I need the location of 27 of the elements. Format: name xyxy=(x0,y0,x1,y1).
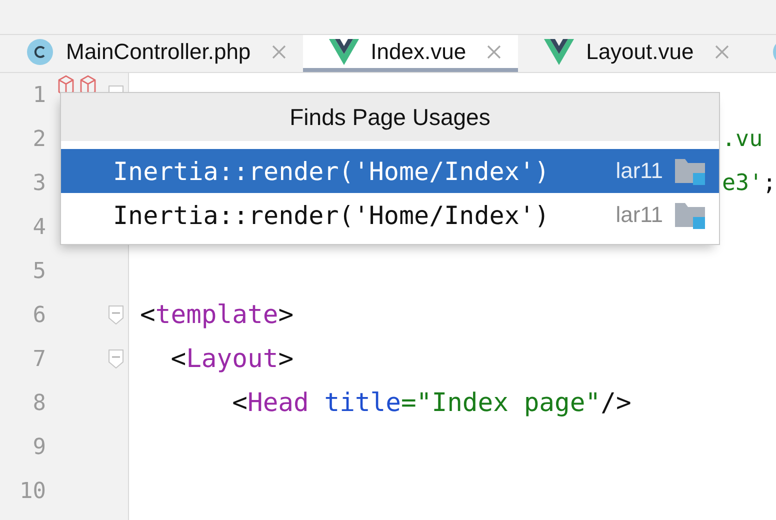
line-number: 5 xyxy=(32,258,46,284)
vue-logo-icon xyxy=(544,38,574,64)
line-number: 9 xyxy=(32,434,46,460)
code-line: <Layout> xyxy=(170,344,294,374)
code-line: <template> xyxy=(140,300,294,330)
line-number: 3 xyxy=(32,170,46,196)
line-number: 6 xyxy=(32,302,46,328)
line-number: 8 xyxy=(32,390,46,416)
file-tab[interactable]: MainController.php xyxy=(0,35,303,72)
close-icon xyxy=(486,44,502,60)
line-number: 7 xyxy=(32,346,46,372)
vue-logo-icon xyxy=(328,38,359,64)
code-line: e3'; xyxy=(722,170,776,196)
line-number: 4 xyxy=(32,214,46,240)
popup-title: Finds Page Usages xyxy=(61,93,719,141)
code-line: <Head title="Index page"/> xyxy=(231,388,632,418)
close-icon xyxy=(270,44,287,60)
usage-item[interactable]: Inertia::render('Home/Index') lar11 xyxy=(61,193,719,237)
file-tab[interactable]: Layout.vue xyxy=(518,35,746,72)
close-icon xyxy=(714,44,730,60)
code-line: .vu xyxy=(722,126,763,152)
class-icon xyxy=(26,38,54,66)
line-number: 10 xyxy=(18,478,46,504)
file-tab[interactable]: Index.vue xyxy=(302,35,518,72)
usage-item[interactable]: Inertia::render('Home/Index') lar11 xyxy=(61,149,719,193)
line-number: 2 xyxy=(32,126,46,152)
line-number: 1 xyxy=(32,82,46,108)
